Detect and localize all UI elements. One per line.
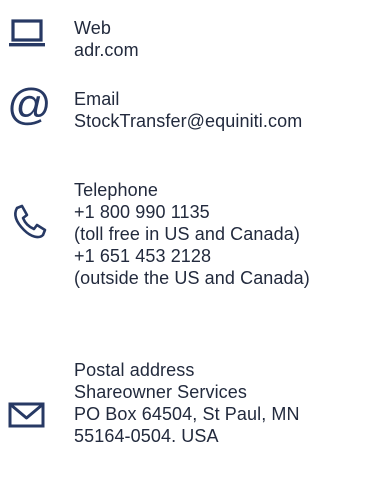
email-text: Email StockTransfer@equiniti.com [74, 88, 302, 132]
postal-line-3: 55164-0504. USA [74, 426, 219, 446]
telephone-text: Telephone +1 800 990 1135 (toll free in … [74, 179, 310, 289]
postal-line-1: Shareowner Services [74, 382, 247, 402]
email-label: Email [74, 89, 120, 109]
telephone-number-us[interactable]: +1 800 990 1135 [74, 201, 310, 223]
postal-text: Postal address Shareowner Services PO Bo… [74, 359, 300, 447]
telephone-note-intl: (outside the US and Canada) [74, 268, 310, 288]
email-contact: @ Email StockTransfer@equiniti.com [0, 70, 366, 170]
telephone-number-intl[interactable]: +1 651 453 2128 [74, 245, 310, 267]
postal-label: Postal address [74, 360, 195, 380]
web-contact: Web adr.com [0, 0, 366, 70]
telephone-label: Telephone [74, 180, 158, 200]
postal-contact: Postal address Shareowner Services PO Bo… [0, 350, 366, 481]
envelope-icon [8, 394, 50, 436]
at-sign-icon: @ [8, 84, 50, 126]
email-link[interactable]: StockTransfer@equiniti.com [74, 110, 302, 132]
telephone-contact: Telephone +1 800 990 1135 (toll free in … [0, 170, 366, 350]
web-text: Web adr.com [74, 17, 139, 61]
laptop-icon [8, 16, 50, 58]
web-link[interactable]: adr.com [74, 39, 139, 61]
svg-text:@: @ [8, 84, 50, 126]
web-label: Web [74, 18, 111, 38]
postal-line-2: PO Box 64504, St Paul, MN [74, 404, 300, 424]
telephone-note-us: (toll free in US and Canada) [74, 224, 300, 244]
phone-icon [8, 202, 50, 244]
